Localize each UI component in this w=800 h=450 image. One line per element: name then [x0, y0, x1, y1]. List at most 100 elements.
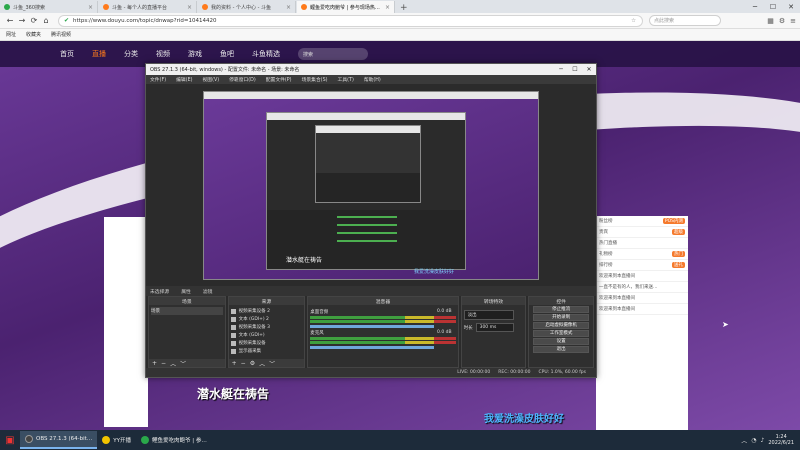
taskbar-item[interactable]: YY开播 — [97, 431, 136, 449]
grid-icon[interactable]: ▦ — [767, 17, 774, 25]
close-tab-icon[interactable]: × — [286, 4, 291, 11]
list-item[interactable]: 一直不是有的人，我们来送… — [596, 282, 688, 293]
duration-input[interactable]: 300 ms — [475, 323, 514, 332]
tab-favicon-icon — [103, 4, 109, 10]
clock[interactable]: 1:24 2022/6/21 — [768, 434, 794, 446]
refresh-icon[interactable]: ⟳ — [28, 16, 40, 25]
new-tab-icon[interactable]: + — [400, 3, 408, 13]
list-item[interactable]: 礼物榜 热门 — [596, 249, 688, 260]
tray-arrow-icon[interactable]: ︿ — [741, 436, 747, 445]
volume-slider[interactable] — [310, 325, 434, 328]
browser-tab-active[interactable]: 鲤鱼爱吃肉鲍爷 | 参与现场热… × — [297, 1, 395, 13]
move-up-icon[interactable]: ︿ — [170, 359, 176, 368]
preview-meter — [337, 231, 397, 234]
virtual-camera-button[interactable]: 启动虚拟摄像机 — [533, 322, 589, 329]
obs-minimize-icon[interactable]: ─ — [554, 66, 568, 73]
taskbar-item[interactable]: OBS 27.1.3 (64-bit… — [20, 431, 98, 449]
stop-streaming-button[interactable]: 停止推流 — [533, 306, 589, 313]
browser-tab[interactable]: 我的资料 - 个人中心 - 斗鱼 × — [198, 1, 296, 13]
bookmark-item[interactable]: 收藏夹 — [26, 31, 41, 38]
obs-app-icon — [25, 435, 33, 443]
menu-item[interactable]: 视图(V) — [202, 76, 219, 83]
start-icon[interactable]: ▣ — [0, 430, 20, 450]
source-item[interactable]: 视频采集设备 2 — [230, 307, 303, 315]
nav-item[interactable]: 游戏 — [188, 49, 202, 59]
obs-close-icon[interactable]: ✕ — [582, 66, 596, 73]
menu-item[interactable]: 编辑(E) — [176, 76, 192, 83]
menu-item[interactable]: 帮助(H) — [364, 76, 381, 83]
taskbar-item[interactable]: 鲤鱼爱吃肉鲍爷 | 参… — [136, 431, 212, 449]
menu-item[interactable]: 文件(F) — [150, 76, 166, 83]
menu-item[interactable]: 场景集合(S) — [302, 76, 328, 83]
move-up-icon[interactable]: ︿ — [259, 359, 265, 368]
gear-icon[interactable]: ⚙ — [250, 360, 255, 367]
source-label: 文本 (GDI+) 2 — [238, 317, 269, 322]
filters-button[interactable]: 滤镜 — [203, 288, 213, 295]
list-item-text: 粉丝榜 — [599, 219, 613, 224]
list-item[interactable]: 欢迎来到本直播间 — [596, 304, 688, 315]
url-input[interactable]: ✔ https://www.douyu.com/topic/dnwap?rid=… — [58, 14, 643, 27]
settings-button[interactable]: 设置 — [533, 338, 589, 345]
menu-item[interactable]: 配置文件(P) — [266, 76, 292, 83]
close-icon[interactable]: ✕ — [782, 3, 800, 11]
obs-maximize-icon[interactable]: ☐ — [568, 66, 582, 73]
source-item[interactable]: 视频采集设备 3 — [230, 323, 303, 331]
add-icon[interactable]: + — [152, 360, 157, 367]
site-search-input[interactable]: 搜索 — [298, 48, 368, 60]
source-item[interactable]: 显示器采集 — [230, 347, 303, 355]
add-icon[interactable]: + — [232, 360, 237, 367]
menu-item[interactable]: 工具(T) — [338, 76, 354, 83]
list-item[interactable]: 贵宾 超级 — [596, 227, 688, 238]
obs-preview[interactable]: 潜水艇在祷告 我爱洗澡皮肤好好 — [203, 91, 539, 280]
source-item[interactable]: 视频采集设备 — [230, 339, 303, 347]
remove-icon[interactable]: − — [241, 360, 246, 367]
list-item[interactable]: 欢迎来到本直播间 — [596, 271, 688, 282]
move-down-icon[interactable]: ﹀ — [269, 359, 275, 368]
cpu-status: CPU: 1.0%, 60.00 fps — [538, 370, 587, 375]
transition-select[interactable]: 淡出 — [463, 310, 514, 320]
close-tab-icon[interactable]: × — [385, 4, 390, 11]
transitions-dock-title: 转场特效 — [461, 297, 526, 305]
channel-db: 0.0 dB — [437, 309, 452, 314]
bookmark-item[interactable]: 网址 — [6, 31, 16, 38]
list-item[interactable]: 热门直播 — [596, 238, 688, 249]
bookmark-item[interactable]: 腾讯视频 — [51, 31, 71, 38]
properties-button[interactable]: 属性 — [181, 288, 191, 295]
close-tab-icon[interactable]: × — [187, 4, 192, 11]
forward-icon[interactable]: → — [16, 16, 28, 25]
minimize-icon[interactable]: ─ — [746, 3, 764, 11]
nav-item[interactable]: 斗鱼精选 — [252, 49, 280, 59]
browser-search-input[interactable]: 点此搜索 — [649, 15, 721, 26]
network-icon[interactable]: ◔ — [751, 437, 756, 444]
source-item[interactable]: 文本 (GDI+) — [230, 331, 303, 339]
back-icon[interactable]: ← — [4, 16, 16, 25]
list-item[interactable]: 欢迎来到本直播间 — [596, 293, 688, 304]
extension-icon[interactable]: ⚙ — [779, 17, 785, 25]
home-icon[interactable]: ⌂ — [40, 16, 52, 25]
close-tab-icon[interactable]: × — [88, 4, 93, 11]
volume-slider[interactable] — [310, 346, 434, 349]
nav-item[interactable]: 分类 — [124, 49, 138, 59]
nav-item[interactable]: 直播 — [92, 49, 106, 59]
list-item-text: 一直不是有的人，我们来送… — [599, 285, 658, 290]
browser-tab[interactable]: 斗鱼_360搜索 × — [0, 1, 98, 13]
start-recording-button[interactable]: 开始录制 — [533, 314, 589, 321]
exit-button[interactable]: 退出 — [533, 346, 589, 353]
list-item[interactable]: 粉丝榜 POS内测 — [596, 216, 688, 227]
volume-icon[interactable]: ♪ — [761, 437, 765, 444]
maximize-icon[interactable]: ☐ — [764, 3, 782, 11]
nav-item[interactable]: 鱼吧 — [220, 49, 234, 59]
menu-item[interactable]: 停靠窗口(D) — [229, 76, 256, 83]
text-icon — [230, 332, 236, 338]
studio-mode-button[interactable]: 工作室模式 — [533, 330, 589, 337]
menu-icon[interactable]: ≡ — [790, 17, 796, 25]
list-item[interactable]: 排行榜 送礼 — [596, 260, 688, 271]
nav-item[interactable]: 视频 — [156, 49, 170, 59]
scene-item[interactable]: 场景 — [151, 307, 223, 315]
nav-item[interactable]: 首页 — [60, 49, 74, 59]
browser-tab[interactable]: 斗鱼 - 每个人的直播平台 × — [99, 1, 197, 13]
move-down-icon[interactable]: ﹀ — [180, 359, 186, 368]
remove-icon[interactable]: − — [161, 360, 166, 367]
source-item[interactable]: 文本 (GDI+) 2 — [230, 315, 303, 323]
bookmark-star-icon[interactable]: ☆ — [631, 18, 636, 24]
